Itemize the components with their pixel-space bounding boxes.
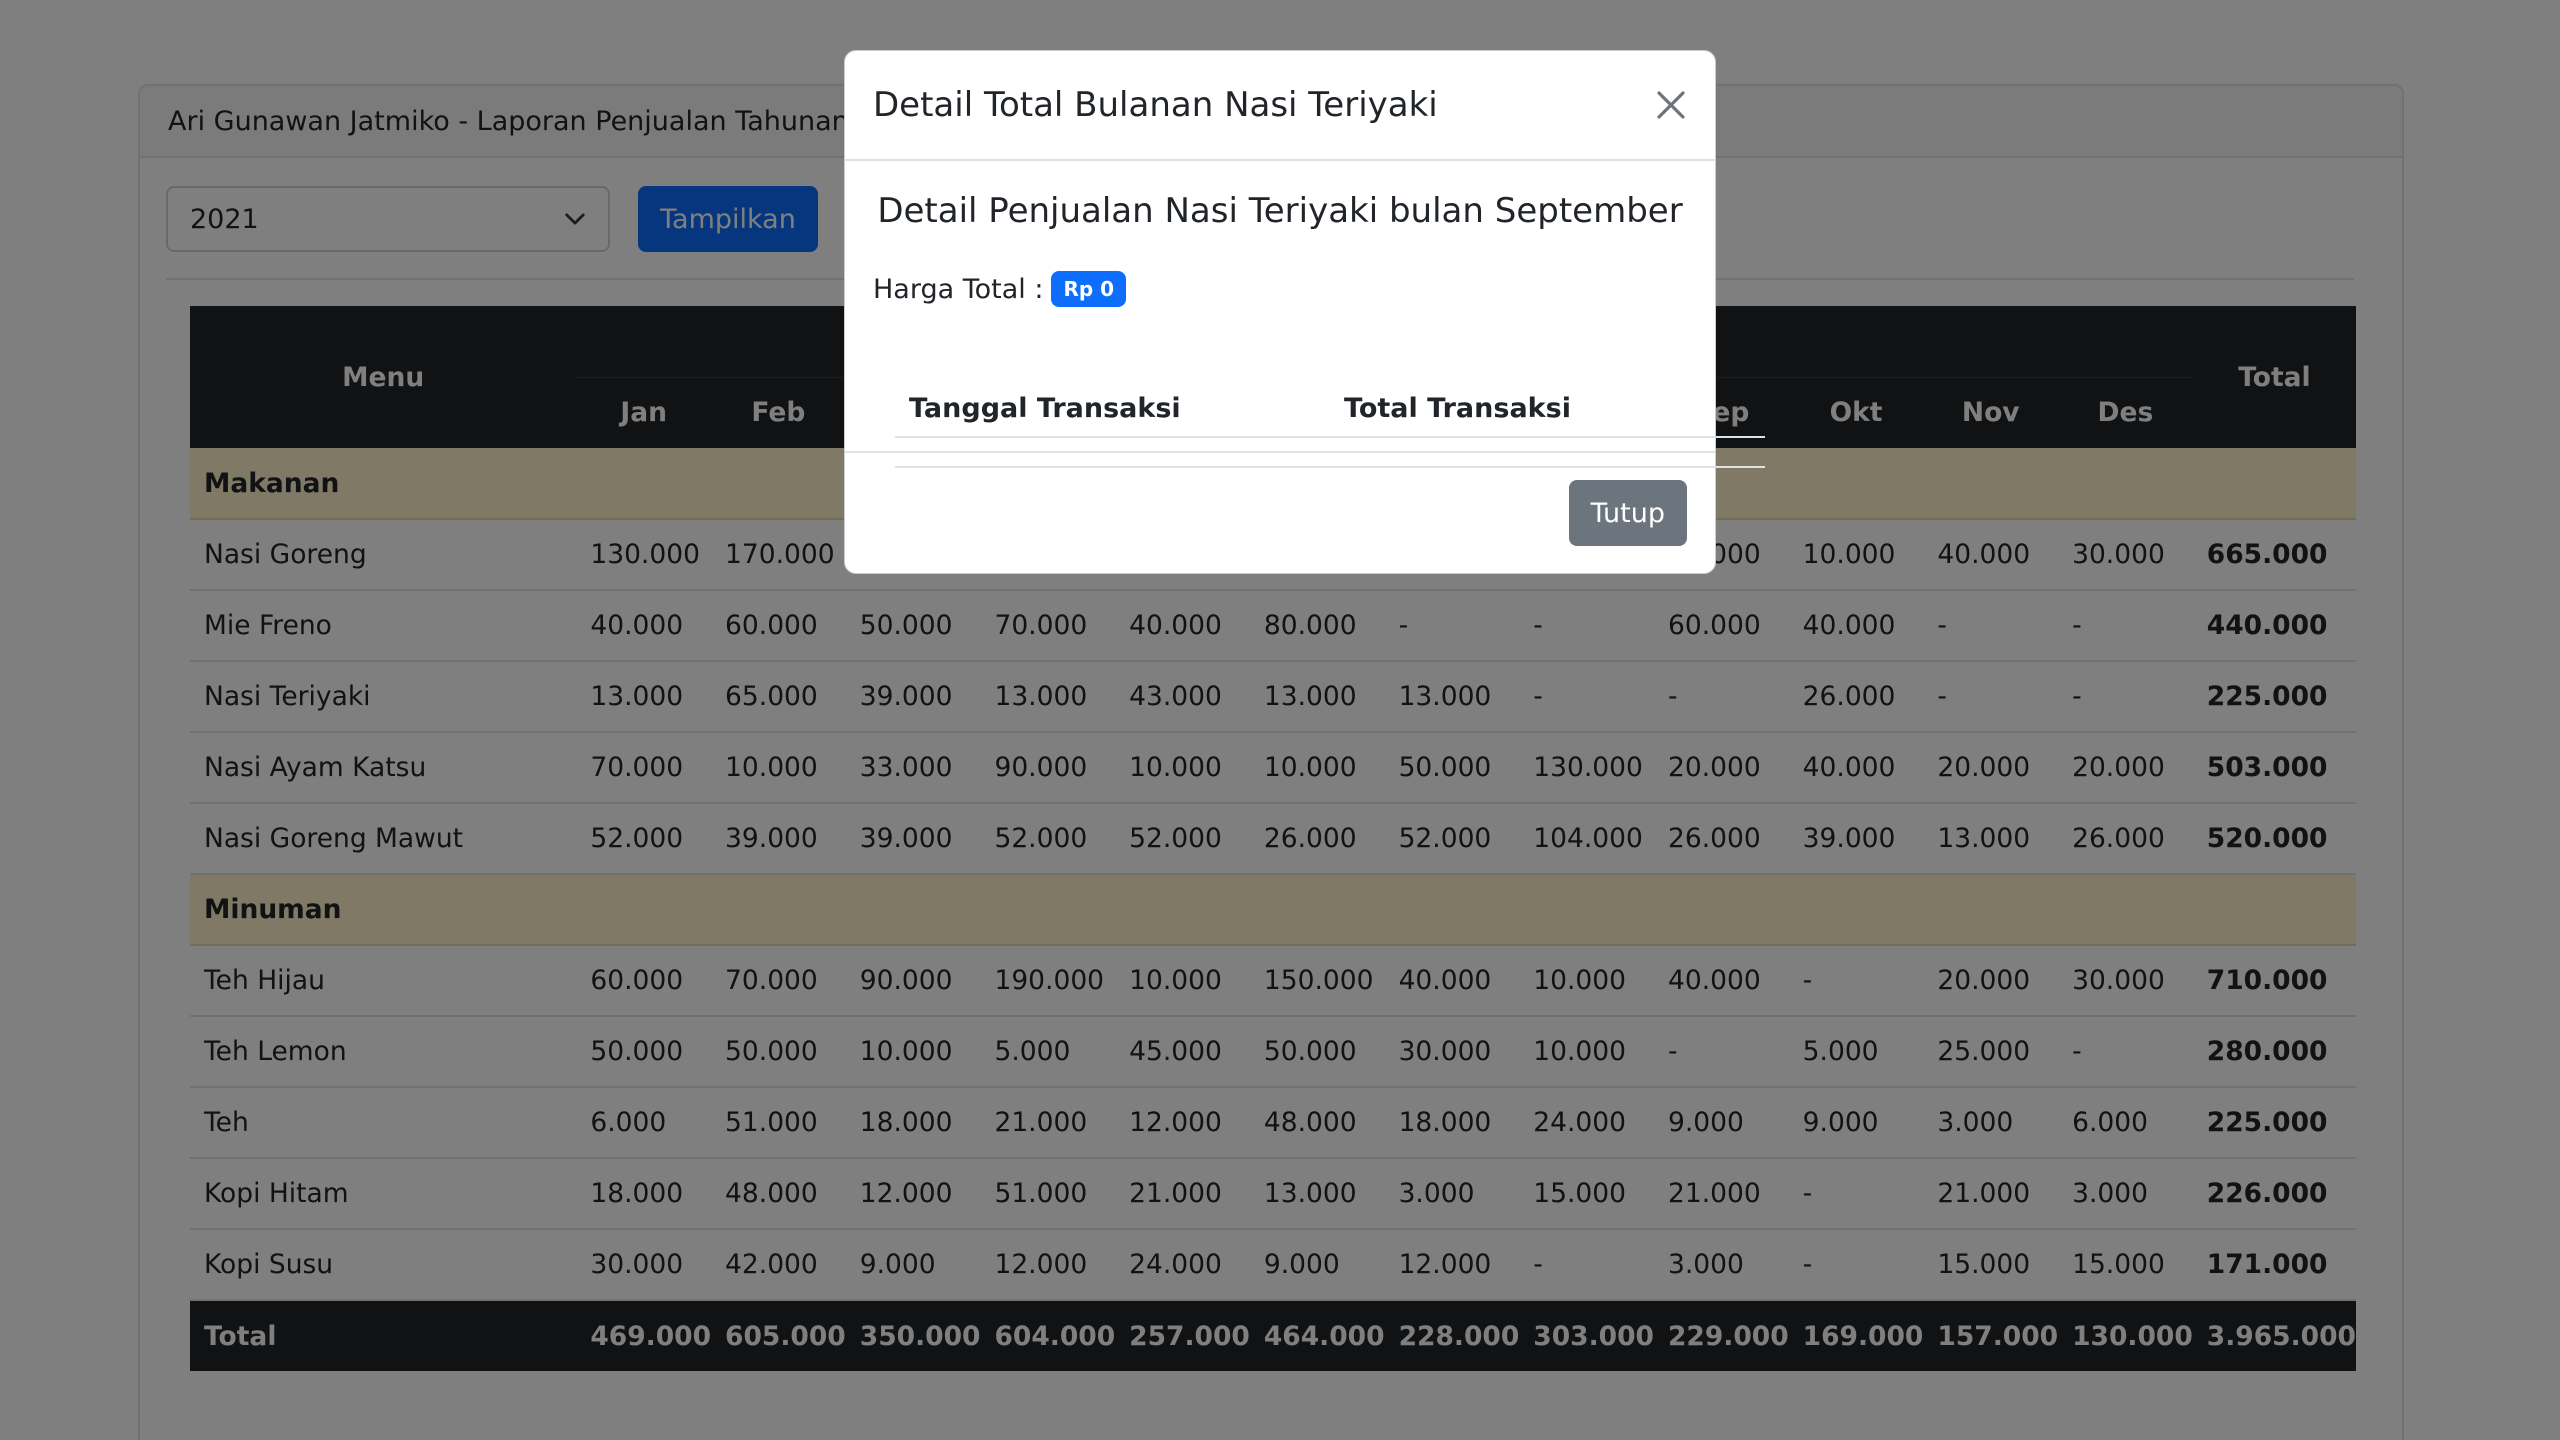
modal-body: Detail Penjualan Nasi Teriyaki bulan Sep…	[845, 161, 1765, 468]
detail-title: Detail Penjualan Nasi Teriyaki bulan Sep…	[877, 191, 1683, 231]
detail-col-date: Tanggal Transaksi	[895, 381, 1330, 438]
close-button[interactable]: Tutup	[1568, 480, 1687, 546]
modal-header: Detail Total Bulanan Nasi Teriyaki	[845, 51, 1715, 161]
modal-title: Detail Total Bulanan Nasi Teriyaki	[873, 85, 1438, 125]
harga-total-badge: Rp 0	[1051, 271, 1127, 307]
close-icon[interactable]	[1651, 85, 1691, 125]
harga-total: Harga Total : Rp 0	[873, 271, 1687, 307]
detail-col-total: Total Transaksi	[1330, 381, 1765, 438]
harga-total-label: Harga Total :	[873, 273, 1044, 305]
modal-footer: Tutup	[845, 451, 1715, 573]
detail-modal: Detail Total Bulanan Nasi Teriyaki Detai…	[844, 50, 1765, 574]
